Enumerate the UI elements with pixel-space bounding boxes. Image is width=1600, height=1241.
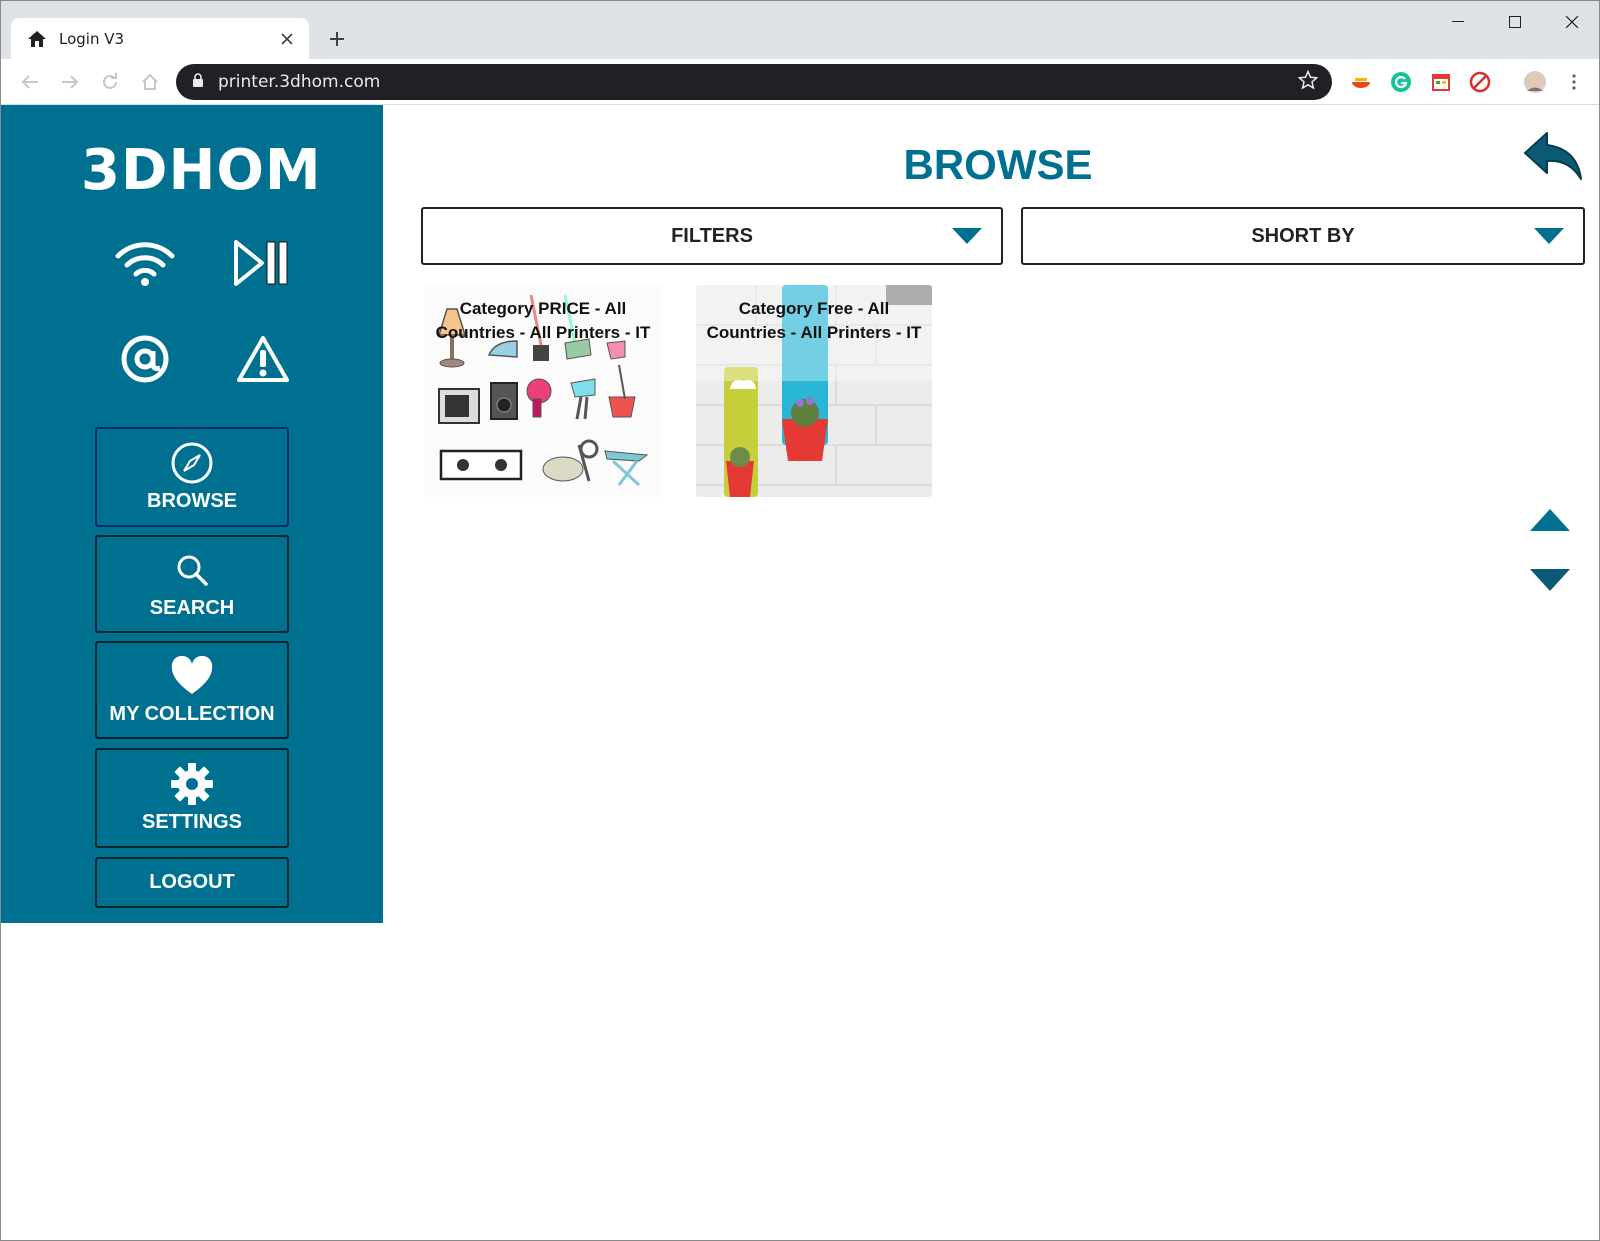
nav-search-button[interactable]: SEARCH [95,535,289,633]
tab-close-icon[interactable] [277,29,297,49]
sidebar: 3DHOM BROWSE SEARCH MY COLLECTION SETTIN… [1,105,383,923]
browser-window: Login V3 printer.3dhom.com 3DHOM BROWSE … [0,0,1600,1241]
profile-avatar-icon[interactable] [1523,70,1547,94]
bookmark-star-icon[interactable] [1297,69,1319,95]
nav-my-collection-label: MY COLLECTION [109,702,275,725]
back-arrow-icon[interactable] [15,67,45,97]
filters-caret-icon [951,227,983,251]
compass-icon [171,442,213,484]
sort-dropdown[interactable]: SHORT BY [1021,207,1585,265]
gear-icon [170,762,214,805]
search-icon [175,549,209,591]
page-title: BROWSE [903,141,1093,188]
play-pause-icon[interactable] [231,237,291,289]
category-card-free[interactable]: Category Free - All Countries - All Prin… [696,285,932,497]
card-title-free: Category Free - All Countries - All Prin… [706,299,922,342]
nav-browse-button[interactable]: BROWSE [95,427,289,527]
filters-label: FILTERS [671,224,753,247]
reload-icon[interactable] [95,67,125,97]
tab-strip: Login V3 [1,1,1599,59]
logo: 3DHOM [81,138,322,203]
extension-calendar-icon[interactable] [1429,70,1453,94]
minimize-icon[interactable] [1435,7,1481,37]
nav-browse-label: BROWSE [147,489,237,512]
new-tab-icon[interactable] [321,23,353,55]
forward-arrow-icon[interactable] [55,67,85,97]
logout-button[interactable]: LOGOUT [95,857,289,908]
browser-toolbar: printer.3dhom.com [1,59,1599,105]
filters-dropdown[interactable]: FILTERS [421,207,1003,265]
heart-icon [170,655,214,697]
extension-bowl-icon[interactable] [1349,70,1373,94]
nav-settings-button[interactable]: SETTINGS [95,748,289,848]
nav-search-label: SEARCH [149,596,235,619]
scroll-up-icon[interactable] [1529,507,1571,533]
home-icon [27,29,47,49]
email-at-icon[interactable] [119,333,171,385]
browser-menu-icon[interactable] [1562,70,1586,94]
address-bar[interactable]: printer.3dhom.com [176,64,1332,100]
card-title-price: Category PRICE - All Countries - All Pri… [435,299,651,342]
maximize-icon[interactable] [1492,7,1538,37]
sort-label: SHORT BY [1251,224,1355,247]
sort-caret-icon [1533,227,1565,251]
scroll-down-icon[interactable] [1529,567,1571,593]
back-reply-icon[interactable] [1523,131,1587,185]
browser-tab[interactable]: Login V3 [11,18,309,59]
warning-icon[interactable] [235,333,291,385]
adblock-icon[interactable] [1468,70,1492,94]
nav-settings-label: SETTINGS [141,810,242,833]
lock-icon [192,72,204,92]
logout-label: LOGOUT [149,871,235,893]
url-text: printer.3dhom.com [218,72,381,92]
grammarly-icon[interactable] [1389,70,1413,94]
home-button-icon[interactable] [135,67,165,97]
category-card-price[interactable]: Category PRICE - All Countries - All Pri… [425,285,661,497]
main-content: BROWSE FILTERS SHORT BY Category PRICE -… [383,105,1599,1240]
tab-title: Login V3 [59,29,125,48]
close-window-icon[interactable] [1549,7,1595,37]
nav-my-collection-button[interactable]: MY COLLECTION [95,641,289,739]
wifi-icon[interactable] [113,237,177,289]
